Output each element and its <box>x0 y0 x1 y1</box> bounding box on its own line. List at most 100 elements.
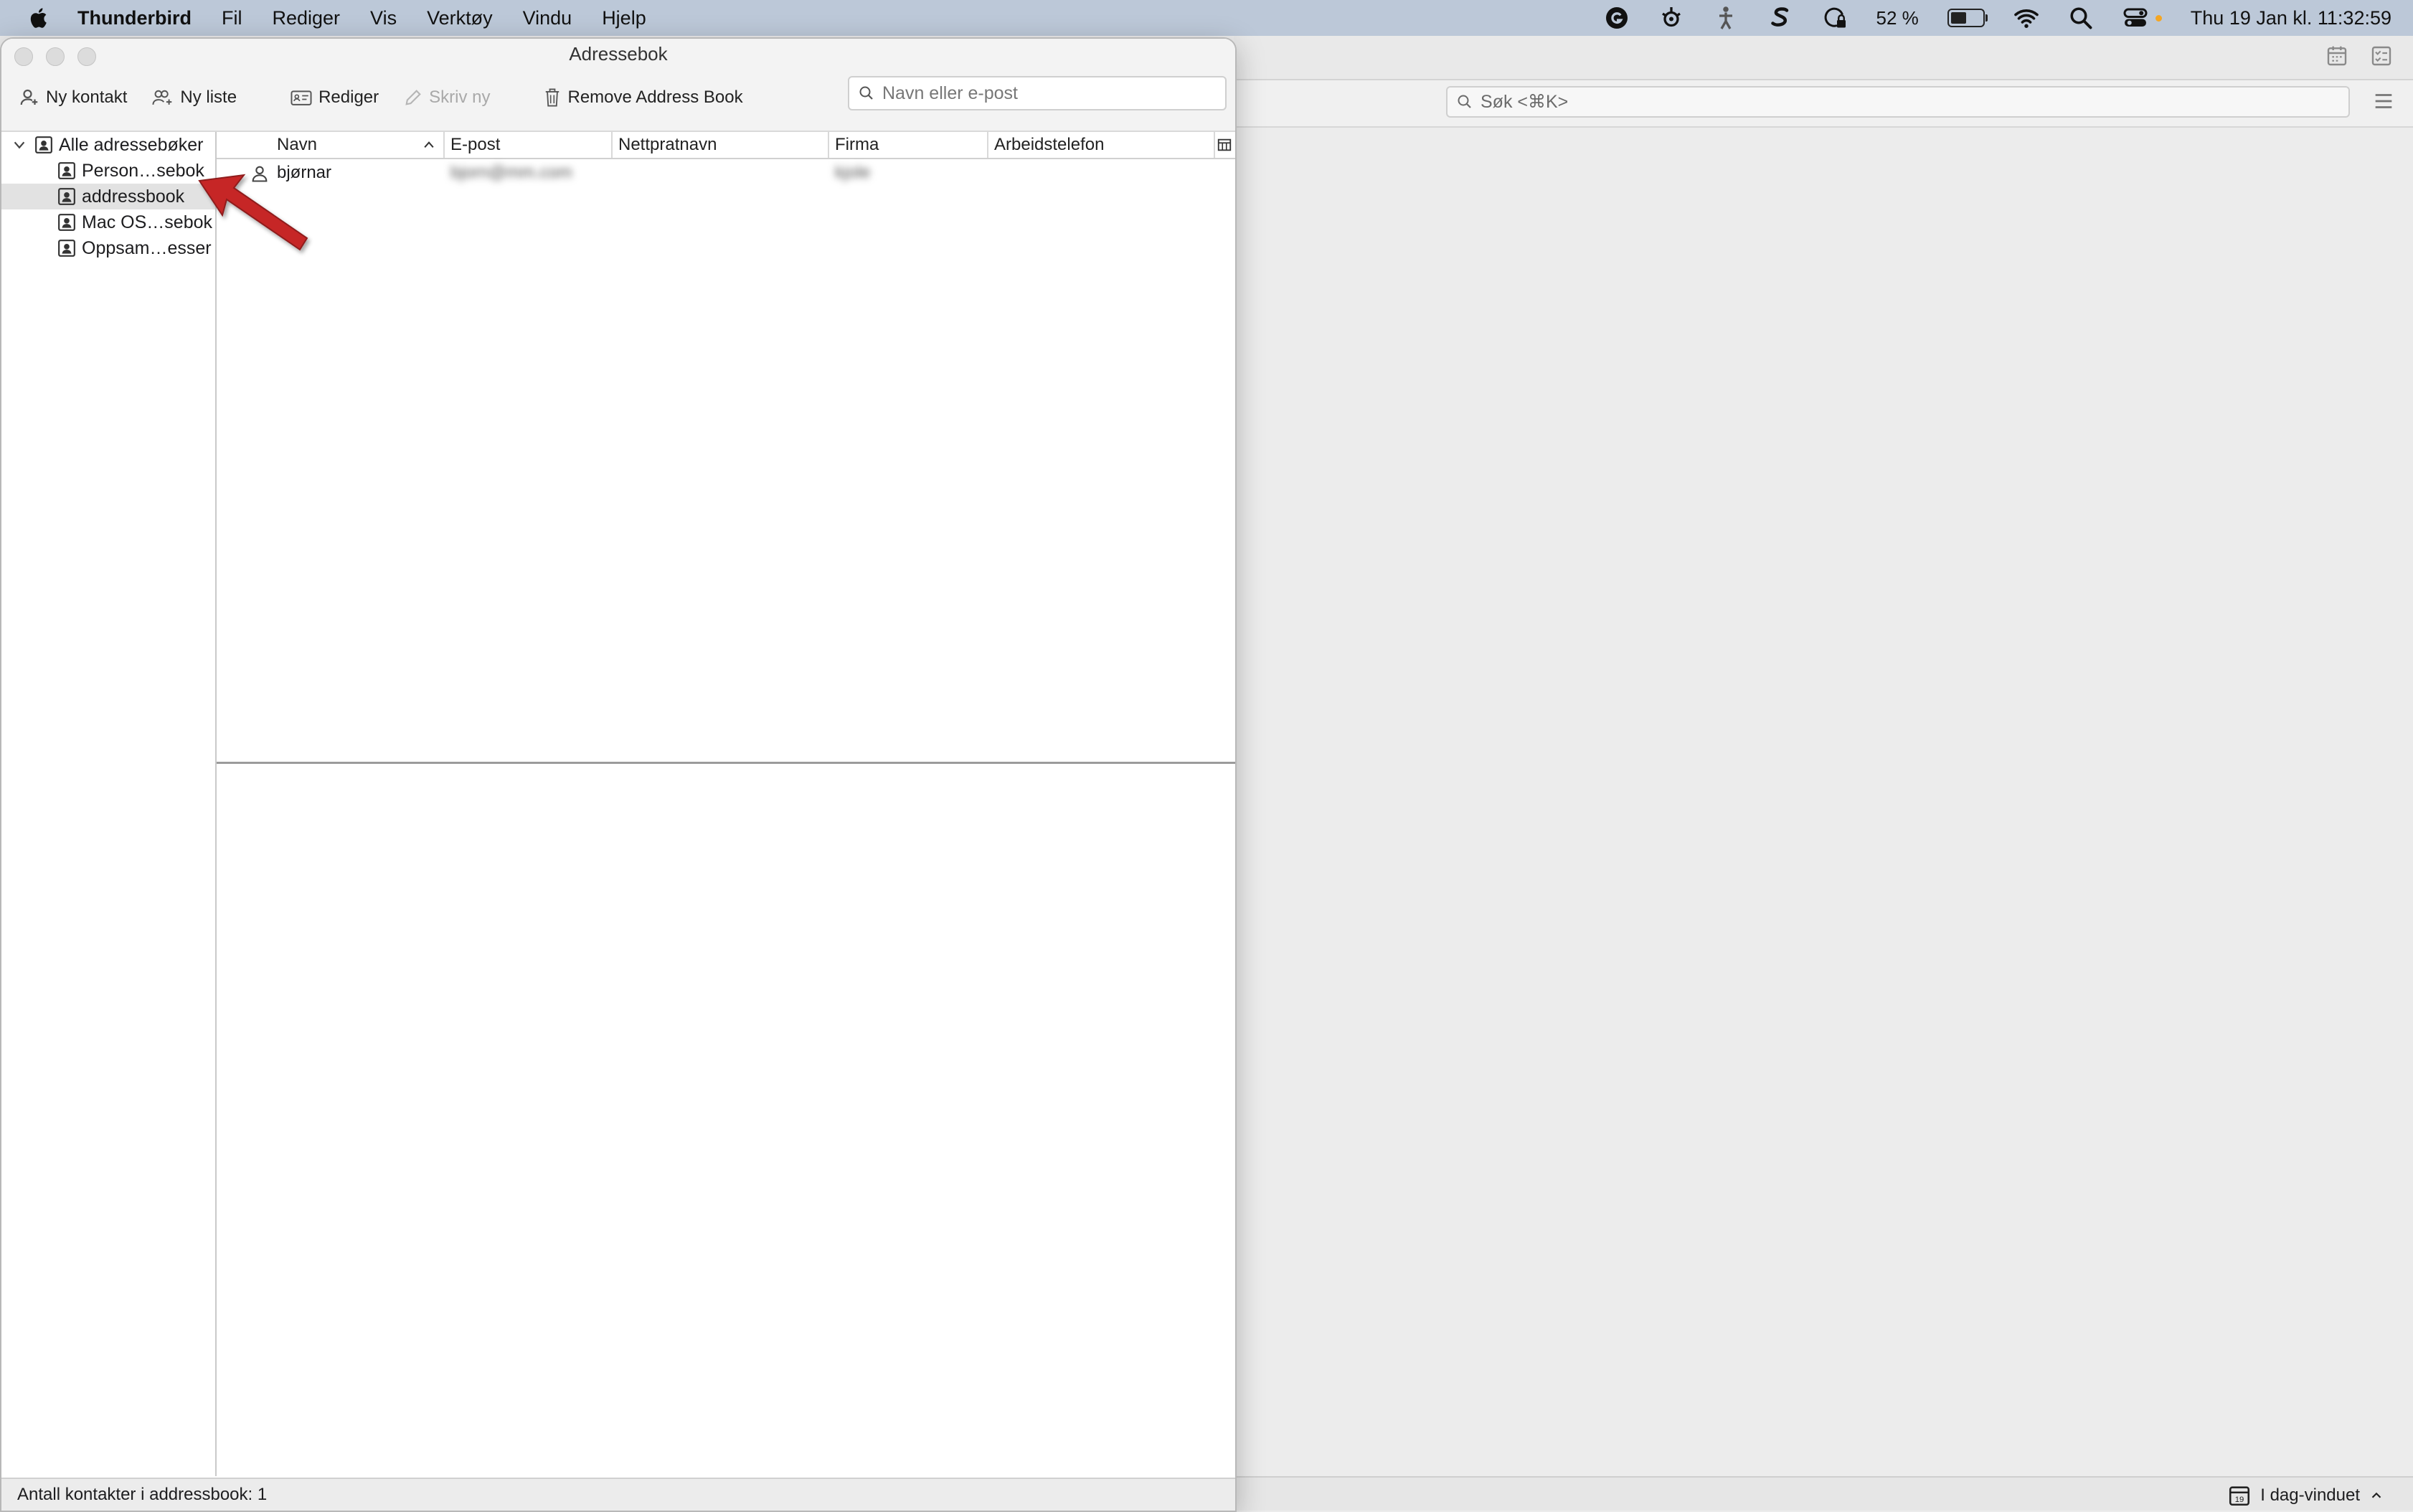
dir-item-label: addressbook <box>82 186 185 207</box>
global-search-input[interactable]: Søk <⌘K> <box>1446 86 2350 118</box>
address-book-icon <box>58 162 75 179</box>
address-book-statusbar: Antall kontakter i addressbook: 1 <box>1 1478 1235 1511</box>
battery-icon[interactable] <box>1947 9 1988 27</box>
column-email[interactable]: E-post <box>445 132 613 158</box>
column-chat-name-label: Nettpratnavn <box>618 135 717 154</box>
column-company[interactable]: Firma <box>829 132 988 158</box>
column-picker-button[interactable] <box>1214 132 1235 158</box>
dir-item-label: Oppsam…esser <box>82 237 212 258</box>
vpn-lock-icon[interactable] <box>1822 5 1848 31</box>
app-menu-icon[interactable] <box>2371 89 2396 113</box>
new-contact-label: Ny kontakt <box>46 88 128 107</box>
today-pane-toggle[interactable]: 19 I dag-vinduet <box>2227 1483 2384 1508</box>
column-email-label: E-post <box>450 135 501 154</box>
address-book-icon <box>58 240 75 257</box>
dir-item-label: Person…sebok <box>82 160 204 181</box>
search-icon <box>859 86 873 100</box>
address-book-body: Alle adressebøker Person…sebok addressbo… <box>1 132 1235 1476</box>
contacts-results-pane: Navn E-post Nettpratnavn Firma Arbeidste… <box>217 132 1235 740</box>
calendar-day-number: 19 <box>2235 1496 2244 1504</box>
new-contact-icon <box>20 89 38 105</box>
dir-item-label: Alle adressebøker <box>59 134 204 155</box>
column-name-label: Navn <box>277 135 318 154</box>
menu-rediger[interactable]: Rediger <box>272 7 340 29</box>
contact-company: kjole <box>835 163 871 182</box>
trash-icon <box>546 88 559 107</box>
address-book-icon <box>35 136 52 153</box>
pencil-icon <box>405 90 421 105</box>
remove-address-book-label: Remove Address Book <box>567 88 743 107</box>
column-company-label: Firma <box>835 135 879 154</box>
column-picker-icon <box>1217 138 1232 151</box>
control-center-icon[interactable] <box>2122 5 2148 31</box>
menu-hjelp[interactable]: Hjelp <box>602 7 646 29</box>
dir-item-macos[interactable]: Mac OS…sebok <box>1 209 215 235</box>
shortcut-s-icon[interactable] <box>1767 5 1793 31</box>
dir-item-personal[interactable]: Person…sebok <box>1 158 215 184</box>
results-details-splitter[interactable] <box>217 762 1235 764</box>
today-pane-label: I dag-vinduet <box>2260 1485 2360 1505</box>
edit-label: Rediger <box>318 88 379 107</box>
write-label: Skriv ny <box>429 88 491 107</box>
menu-app-name[interactable]: Thunderbird <box>77 7 192 29</box>
mic-in-use-dot <box>2155 14 2162 22</box>
menu-fil[interactable]: Fil <box>222 7 242 29</box>
address-book-window: Adressebok Ny kontakt Ny liste Rediger S… <box>0 37 1237 1512</box>
contact-count-status: Antall kontakter i addressbook: 1 <box>17 1485 268 1504</box>
accessibility-icon[interactable] <box>1713 5 1739 31</box>
new-list-label: Ny liste <box>180 88 237 107</box>
column-chat-name[interactable]: Nettpratnavn <box>613 132 829 158</box>
menu-vis[interactable]: Vis <box>370 7 397 29</box>
remove-address-book-button[interactable]: Remove Address Book <box>543 87 743 108</box>
tasks-tab-icon[interactable] <box>2370 44 2393 67</box>
chevron-up-icon <box>2371 1492 2381 1498</box>
calendar-day-icon: 19 <box>2229 1486 2250 1506</box>
menubar-clock[interactable]: Thu 19 Jan kl. 11:32:59 <box>2191 7 2391 29</box>
contact-person-icon <box>252 166 268 182</box>
address-book-toolbar: Ny kontakt Ny liste Rediger Skriv ny Rem… <box>19 79 768 116</box>
search-icon <box>1458 95 1471 108</box>
new-list-icon <box>152 90 172 105</box>
contact-search-input[interactable]: Navn eller e-post <box>848 76 1227 110</box>
main-window-statusbar: 19 I dag-vinduet <box>1234 1476 2413 1511</box>
directory-pane: Alle adressebøker Person…sebok addressbo… <box>1 132 217 1476</box>
column-header-row: Navn E-post Nettpratnavn Firma Arbeidste… <box>217 132 1235 159</box>
global-search-placeholder: Søk <⌘K> <box>1481 92 1569 112</box>
apple-menu-icon[interactable] <box>27 4 52 32</box>
address-book-titlebar: Adressebok Ny kontakt Ny liste Rediger S… <box>1 39 1235 132</box>
menu-vindu[interactable]: Vindu <box>523 7 572 29</box>
contact-search-placeholder: Navn eller e-post <box>882 82 1018 103</box>
edit-card-icon <box>291 90 312 105</box>
menu-verktoy[interactable]: Verktøy <box>427 7 493 29</box>
dir-item-all-address-books[interactable]: Alle adressebøker <box>1 132 215 158</box>
spotlight-search-icon[interactable] <box>2068 5 2094 31</box>
address-book-icon <box>58 188 75 205</box>
edit-button[interactable]: Rediger <box>290 88 379 108</box>
new-list-button[interactable]: Ny liste <box>151 87 237 108</box>
main-window-toolbar: Søk <⌘K> <box>1234 36 2413 128</box>
contact-details-pane <box>217 765 1235 1476</box>
dir-item-label: Mac OS…sebok <box>82 212 213 232</box>
steelseries-icon[interactable] <box>1658 5 1684 31</box>
new-contact-button[interactable]: Ny kontakt <box>19 87 127 108</box>
address-book-icon <box>58 214 75 231</box>
column-name[interactable]: Navn <box>217 132 445 158</box>
window-title: Adressebok <box>569 43 668 65</box>
grammarly-icon[interactable] <box>1604 5 1630 31</box>
contact-email: bjorn@mm.com <box>450 163 572 182</box>
dir-item-collected[interactable]: Oppsam…esser <box>1 235 215 261</box>
contact-name: bjørnar <box>277 163 332 182</box>
column-work-phone-label: Arbeidstelefon <box>994 135 1105 154</box>
battery-percent: 52 % <box>1876 6 1919 29</box>
battery-level <box>1950 12 1966 24</box>
wifi-icon[interactable] <box>2013 5 2039 31</box>
dir-item-addressbook[interactable]: addressbook <box>1 184 215 209</box>
sort-ascending-icon <box>424 141 434 148</box>
macos-menu-bar: Thunderbird Fil Rediger Vis Verktøy Vind… <box>0 0 2413 36</box>
chevron-down-icon[interactable] <box>11 137 27 153</box>
calendar-tab-icon[interactable] <box>2325 44 2348 67</box>
write-button[interactable]: Skriv ny <box>403 88 490 108</box>
column-work-phone[interactable]: Arbeidstelefon <box>988 132 1215 158</box>
table-row[interactable]: bjørnar bjorn@mm.com kjole <box>217 159 1235 186</box>
main-window-tabbar <box>1234 36 2413 80</box>
